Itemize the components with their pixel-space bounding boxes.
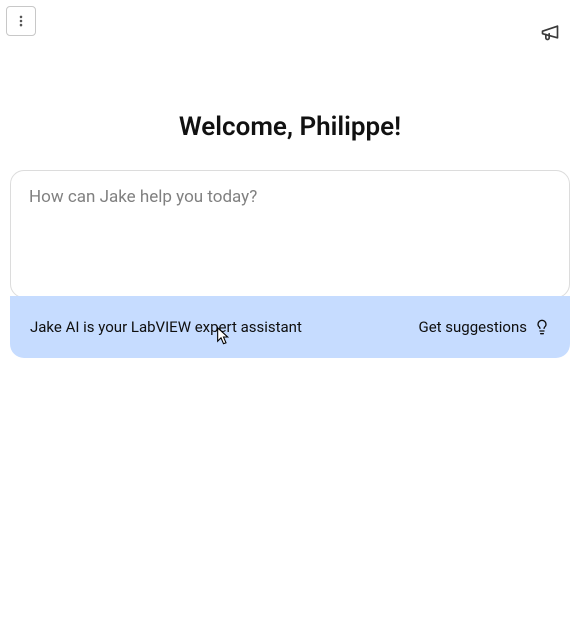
- megaphone-icon: [540, 22, 560, 42]
- more-vertical-icon: [14, 14, 28, 28]
- get-suggestions-button[interactable]: Get suggestions: [419, 318, 551, 336]
- lightbulb-icon: [534, 319, 550, 335]
- suggestions-label: Get suggestions: [419, 318, 528, 336]
- chat-input-card: [10, 170, 570, 298]
- menu-button[interactable]: [6, 6, 36, 36]
- info-banner: Jake AI is your LabVIEW expert assistant…: [10, 296, 570, 358]
- announcements-button[interactable]: [538, 20, 562, 44]
- welcome-heading: Welcome, Philippe!: [10, 112, 570, 142]
- chat-input[interactable]: [29, 187, 551, 277]
- top-bar: [0, 0, 580, 44]
- banner-info-text: Jake AI is your LabVIEW expert assistant: [30, 318, 302, 336]
- main-content: Welcome, Philippe! Jake AI is your LabVI…: [0, 112, 580, 358]
